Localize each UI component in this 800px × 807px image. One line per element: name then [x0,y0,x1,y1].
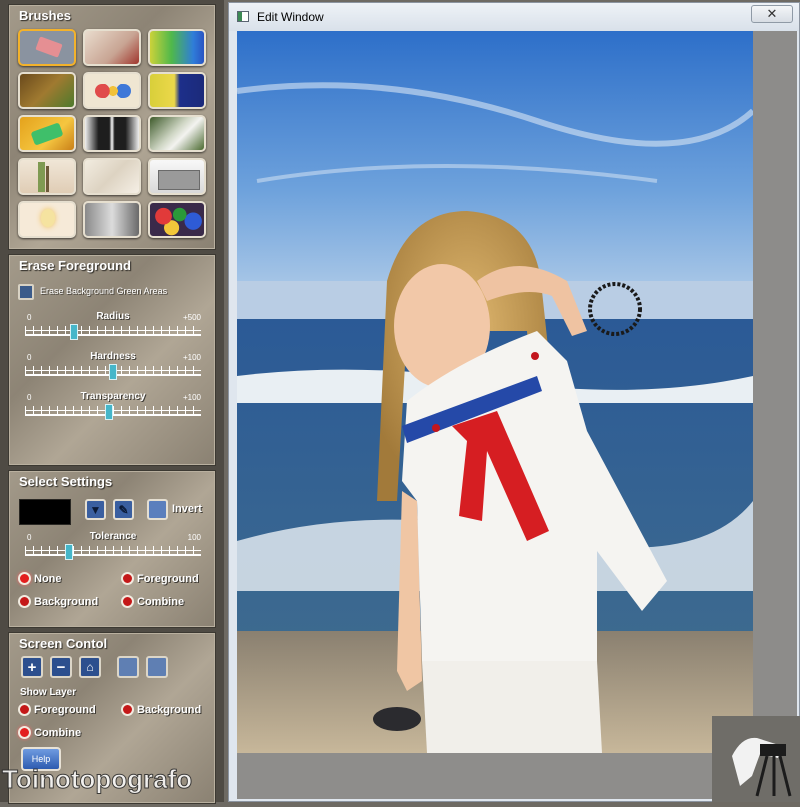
hardness-label: Hardness [90,351,136,362]
brushes-title: Brushes [19,8,72,23]
transparency-max: +100 [182,393,201,402]
photo-canvas[interactable] [237,31,753,753]
transparency-slider[interactable]: 0 Transparency +100 [25,391,201,427]
tolerance-track[interactable] [25,546,201,556]
canvas-area[interactable] [237,31,797,799]
close-icon: ✕ [766,6,778,21]
eyedropper-button[interactable]: ✎ [113,499,134,520]
radio-none[interactable] [18,572,31,585]
erase-foreground-section: Erase Foreground Erase Background Green … [8,254,216,466]
paint-palette-brush-icon[interactable] [83,72,141,109]
zoom-out-button[interactable]: − [50,656,72,678]
dropdown-arrow-button[interactable]: ▼ [85,499,106,520]
edit-window-titlebar[interactable]: Edit Window ✕ [229,3,799,31]
photographer-logo [712,716,800,802]
show-layer-label: Show Layer [20,687,77,698]
light-bulb-brush-icon[interactable] [18,201,76,238]
hardness-thumb[interactable] [109,364,117,380]
machine-brush-icon[interactable] [148,158,206,195]
radius-label: Radius [96,311,130,322]
home-button[interactable]: ⌂ [79,656,101,678]
transparency-thumb[interactable] [105,404,114,420]
radius-thumb[interactable] [70,324,79,340]
close-button[interactable]: ✕ [751,5,793,23]
palm-tree-brush-icon[interactable] [18,158,76,195]
radio-foreground-label: Foreground [137,573,199,585]
layer-foreground-radio[interactable] [18,703,31,716]
radio-combine[interactable] [121,595,134,608]
window-app-icon [237,11,249,22]
eraser-brush-icon[interactable] [18,29,76,66]
zoom-in-button[interactable]: + [21,656,43,678]
gradient-brush-icon[interactable] [148,29,206,66]
tool-panel: Brushes Erase Foreground Erase Backgroun… [0,0,224,804]
edit-window: Edit Window ✕ [228,2,800,802]
radio-background[interactable] [18,595,31,608]
layer-combine-radio[interactable] [18,726,31,739]
hair-brush-icon[interactable] [18,72,76,109]
leaf-brush-icon[interactable] [18,115,76,152]
layer-background-label: Background [137,704,202,716]
plus-icon: + [27,658,37,676]
layer-foreground-label: Foreground [34,704,96,716]
wedding-dress-brush-icon[interactable] [148,115,206,152]
tolerance-max: 100 [187,533,201,542]
radio-background-label: Background [34,596,99,608]
transparency-label: Transparency [80,391,146,402]
tolerance-thumb[interactable] [65,544,73,560]
canvas-bottom-margin [237,753,753,799]
yellow-blue-gradient-brush-icon[interactable] [148,72,206,109]
minus-icon: − [56,658,66,676]
select-settings-section: Select Settings ▼ ✎ Invert 0 Tolerance 1… [8,470,216,628]
radius-slider[interactable]: 0 Radius +500 [25,311,201,347]
radio-none-label: None [34,573,62,585]
paint-cans-brush-icon[interactable] [148,201,206,238]
watermark-text: Toinotopografo [1,764,193,795]
canvas-right-margin [753,31,797,799]
fabric-brush-icon[interactable] [83,158,141,195]
gray-gradient-brush-icon[interactable] [83,201,141,238]
eyedropper-icon: ✎ [118,502,129,517]
invert-checkbox[interactable] [147,499,168,520]
tolerance-label: Tolerance [89,531,137,542]
radius-track[interactable] [25,326,201,336]
edit-window-title: Edit Window [257,10,324,24]
layer-background-radio[interactable] [121,703,134,716]
view-button-2[interactable] [146,656,168,678]
tolerance-slider[interactable]: 0 Tolerance 100 [25,531,201,567]
home-icon: ⌂ [86,660,94,674]
triangle-down-icon: ▼ [89,502,102,517]
invert-label: Invert [172,503,202,515]
radio-foreground[interactable] [121,572,134,585]
selection-color-swatch[interactable] [19,499,71,525]
brushes-section: Brushes [8,4,216,250]
layer-combine-label: Combine [34,727,82,739]
tuxedo-brush-icon[interactable] [83,115,141,152]
brush-grid [18,29,206,238]
select-settings-title: Select Settings [19,474,113,489]
erase-foreground-title: Erase Foreground [19,258,131,273]
hardness-max: +100 [182,353,201,362]
view-button-1[interactable] [117,656,139,678]
hardness-slider[interactable]: 0 Hardness +100 [25,351,201,387]
erase-green-label: Erase Background Green Areas [40,286,168,296]
bride-photo-brush-icon[interactable] [83,29,141,66]
radio-combine-label: Combine [137,596,185,608]
erase-green-checkbox[interactable] [18,284,34,300]
screen-control-title: Screen Contol [19,636,108,651]
radius-max: +500 [182,313,201,322]
